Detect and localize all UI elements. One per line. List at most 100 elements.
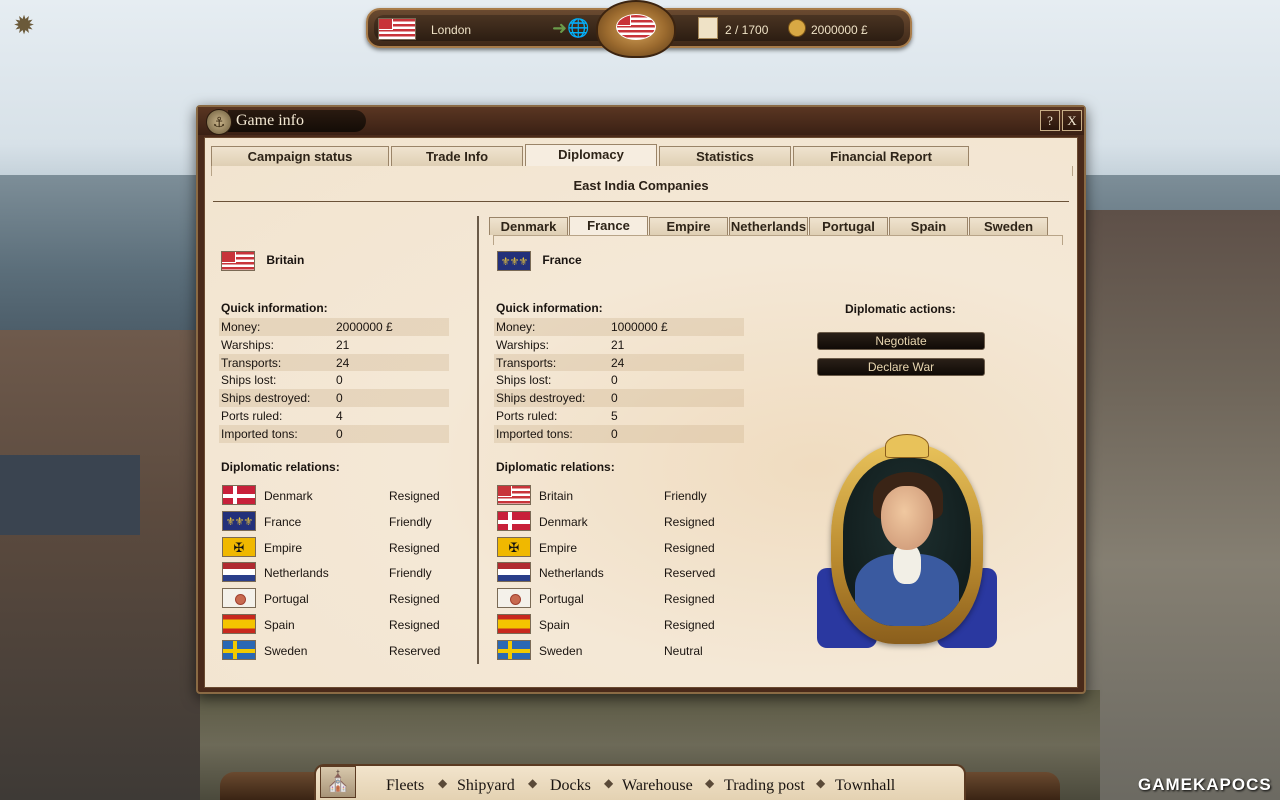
subtab-empire[interactable]: Empire <box>649 217 728 235</box>
tab-trade-info[interactable]: Trade Info <box>391 146 523 166</box>
diplomatic-actions-label: Diplomatic actions: <box>845 302 956 316</box>
list-item: ⚜⚜⚜ France Friendly <box>222 509 462 535</box>
portugal-flag-icon <box>497 588 531 609</box>
pages-counter: 2 / 1700 <box>725 23 769 37</box>
window-content: Campaign status Trade Info Diplomacy Sta… <box>204 137 1078 688</box>
city-name: London <box>431 23 472 37</box>
list-item: Portugal Resigned <box>222 586 462 612</box>
table-row: Ports ruled: 5 <box>496 408 618 423</box>
britain-flag-icon <box>378 18 416 40</box>
city-buildings-left <box>0 330 200 800</box>
right-relations-label: Diplomatic relations: <box>496 460 615 474</box>
tab-financial-report[interactable]: Financial Report <box>793 146 969 166</box>
declare-war-button[interactable]: Declare War <box>817 358 985 376</box>
subtab-sweden[interactable]: Sweden <box>969 217 1048 235</box>
nav-separator: ◆ <box>705 776 715 790</box>
spain-flag-icon <box>222 613 256 634</box>
tab-statistics[interactable]: Statistics <box>659 146 791 166</box>
britain-flag-icon <box>497 485 531 505</box>
table-row: Ships destroyed: 0 <box>494 389 744 407</box>
gear-icon[interactable]: ✹ <box>10 11 38 39</box>
table-row: Ships lost: 0 <box>496 373 618 388</box>
portrait-crest-icon <box>885 434 929 458</box>
window-title: Game info <box>236 112 304 129</box>
list-item: Denmark Resigned <box>222 483 462 509</box>
britain-flag-icon <box>221 251 255 271</box>
leader-portrait <box>843 458 971 626</box>
nav-docks[interactable]: Docks <box>550 777 591 795</box>
table-row: Imported tons: 0 <box>494 424 744 443</box>
nav-fleets[interactable]: Fleets <box>386 777 424 795</box>
france-flag-icon: ⚜⚜⚜ <box>497 251 531 271</box>
left-relations-list: Denmark Resigned ⚜⚜⚜ France Friendly ✠ Empir… <box>222 483 462 664</box>
table-row: Transports: 24 <box>219 353 449 372</box>
right-country-header: ⚜⚜⚜ France <box>497 251 582 271</box>
table-row: Warships: 21 <box>221 337 350 352</box>
globe-icon[interactable]: ➜🌐 <box>552 18 590 39</box>
table-row: Money: 1000000 £ <box>494 318 744 336</box>
table-row: Imported tons: 0 <box>219 424 449 443</box>
list-item: ✠ Empire Resigned <box>497 535 737 561</box>
denmark-flag-icon <box>497 510 531 531</box>
bottom-ornament-right <box>964 772 1060 800</box>
table-row: Ships lost: 0 <box>221 373 343 388</box>
right-country-name: France <box>542 253 582 268</box>
column-divider <box>477 216 479 664</box>
nav-separator: ◆ <box>816 776 826 790</box>
right-info-table: Money: 1000000 £ Warships: 21 Transports: 2… <box>494 318 744 443</box>
list-item: ✠ Empire Resigned <box>222 535 462 561</box>
subtab-spain[interactable]: Spain <box>889 217 968 235</box>
left-country-name: Britain <box>266 253 305 268</box>
list-item: Sweden Reserved <box>222 638 462 664</box>
window-titlebar: ⚓ Game info ? X <box>198 107 1084 135</box>
nav-shipyard[interactable]: Shipyard <box>457 777 515 795</box>
tab-campaign-status[interactable]: Campaign status <box>211 146 389 166</box>
table-row: Ports ruled: 4 <box>221 408 343 423</box>
watermark: GAMEKAPOCS <box>1138 775 1272 794</box>
section-heading: East India Companies <box>573 178 709 193</box>
list-item: Sweden Neutral <box>497 638 737 664</box>
list-item: Portugal Resigned <box>497 586 737 612</box>
nav-separator: ◆ <box>528 776 538 790</box>
negotiate-button[interactable]: Negotiate <box>817 332 985 350</box>
subtab-netherlands[interactable]: Netherlands <box>729 217 808 235</box>
table-row: Transports: 24 <box>494 353 744 372</box>
left-info-table: Money: 2000000 £ Warships: 21 Transports: 2… <box>219 318 449 443</box>
subtab-france[interactable]: France <box>569 216 648 235</box>
game-info-window: ⚓ Game info ? X Campaign status Trade In… <box>196 105 1086 694</box>
sweden-flag-icon <box>222 639 256 660</box>
help-button[interactable]: ? <box>1040 110 1060 131</box>
emblem-icon: ⚓ <box>206 109 232 135</box>
right-quick-info-label: Quick information: <box>496 301 603 315</box>
close-button[interactable]: X <box>1062 110 1082 131</box>
nav-trading-post[interactable]: Trading post <box>724 777 805 795</box>
netherlands-flag-icon <box>222 562 256 583</box>
netherlands-flag-icon <box>497 562 531 583</box>
subtabs-line <box>493 235 1063 245</box>
nav-separator: ◆ <box>604 776 614 790</box>
list-item: Spain Resigned <box>497 612 737 638</box>
list-item: Netherlands Reserved <box>497 560 737 586</box>
left-quick-info-label: Quick information: <box>221 301 328 315</box>
nav-warehouse[interactable]: Warehouse <box>622 777 693 795</box>
table-row: Money: 2000000 £ <box>219 318 449 336</box>
leader-portrait-frame <box>831 444 983 644</box>
denmark-flag-icon <box>222 485 256 505</box>
portrait-cravat <box>893 544 921 584</box>
table-row: Ships destroyed: 0 <box>219 389 449 407</box>
heading-underline <box>213 201 1069 202</box>
subtab-denmark[interactable]: Denmark <box>489 217 568 235</box>
town-icon[interactable]: ⛪ <box>320 766 356 798</box>
bottom-ornament-left <box>220 772 316 800</box>
roof-left <box>0 455 140 535</box>
subtab-portugal[interactable]: Portugal <box>809 217 888 235</box>
nav-separator: ◆ <box>438 776 448 790</box>
tab-diplomacy[interactable]: Diplomacy <box>525 144 657 166</box>
portrait-face <box>881 486 933 550</box>
scroll-icon[interactable] <box>698 17 718 39</box>
list-item: Britain Friendly <box>497 483 737 509</box>
city-buildings-right <box>1085 210 1280 800</box>
right-relations-list: Britain Friendly Denmark Resigned ✠ Empire R… <box>497 483 737 664</box>
nav-townhall[interactable]: Townhall <box>835 777 895 795</box>
portugal-flag-icon <box>222 588 256 609</box>
